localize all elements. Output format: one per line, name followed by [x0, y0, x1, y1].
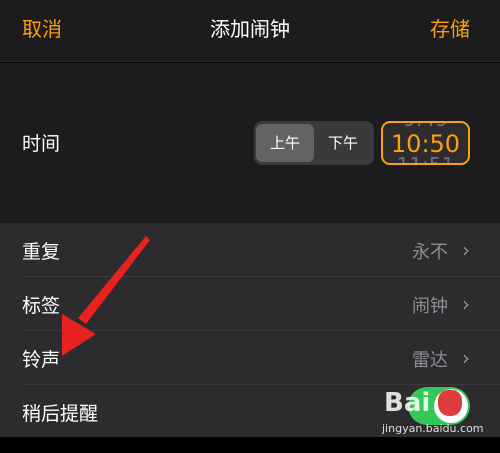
- label-value: 闹钟: [412, 296, 448, 317]
- baidu-paw-icon: [438, 390, 462, 416]
- save-button[interactable]: 存储: [430, 0, 470, 62]
- chevron-right-icon: ›: [462, 346, 470, 370]
- repeat-label: 重复: [22, 241, 61, 263]
- time-label: 时间: [22, 133, 61, 155]
- navigation-bar: 取消 添加闹钟 存储: [0, 0, 500, 62]
- snooze-label: 稍后提醒: [22, 403, 99, 425]
- list-item-label[interactable]: 标签 闹钟 ›: [0, 277, 500, 331]
- am-pm-segmented-control[interactable]: 上午 下午: [254, 121, 374, 165]
- label-label: 标签: [22, 295, 61, 317]
- page-title: 添加闹钟: [210, 17, 290, 41]
- time-section: 时间 上午 下午 9:49 10:50 11:51: [0, 63, 500, 223]
- list-item-repeat[interactable]: 重复 永不 ›: [0, 223, 500, 277]
- time-picker[interactable]: 9:49 10:50 11:51: [381, 121, 470, 165]
- watermark-logo: Bai: [384, 388, 431, 418]
- watermark-url: jingyan.baidu.com: [382, 422, 484, 435]
- list-item-sound[interactable]: 铃声 雷达 ›: [0, 331, 500, 385]
- chevron-right-icon: ›: [462, 292, 470, 316]
- sound-value: 雷达: [412, 350, 448, 371]
- chevron-right-icon: ›: [462, 238, 470, 262]
- am-segment[interactable]: 上午: [256, 124, 314, 162]
- baidu-watermark: Bai jingyan.baidu.com: [376, 384, 496, 444]
- sound-label: 铃声: [22, 349, 61, 371]
- pm-segment[interactable]: 下午: [314, 124, 372, 162]
- time-value-below: 11:51: [396, 153, 455, 165]
- repeat-value: 永不: [412, 242, 448, 263]
